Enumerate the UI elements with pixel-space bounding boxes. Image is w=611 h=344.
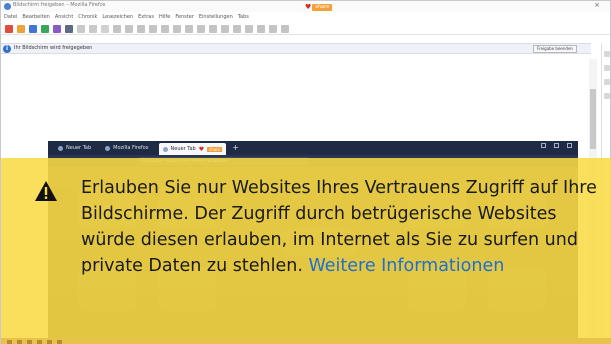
sharing-tag: share (207, 146, 223, 152)
toolbar-button[interactable] (209, 24, 217, 33)
tab-favicon-icon (58, 145, 63, 151)
new-tab-icon: + (232, 143, 239, 152)
heart-icon: ♥ (198, 145, 205, 153)
menu-item[interactable]: Extras (138, 14, 154, 20)
menu-item[interactable]: Tabs (238, 14, 249, 20)
toolbar-button[interactable] (197, 24, 205, 33)
bottom-tool-icon[interactable] (7, 339, 12, 344)
toolbar (1, 23, 610, 35)
screen-sharing-warning: Erlauben Sie nur Websites Ihres Vertraue… (1, 158, 611, 338)
menu-item[interactable]: Datei (4, 14, 17, 20)
learn-more-link[interactable]: Weitere Informationen (308, 256, 504, 276)
warning-icon (35, 181, 57, 201)
stop-sharing-button[interactable]: Freigabe beenden (533, 45, 577, 53)
close-window-button[interactable]: × (594, 1, 600, 9)
menu-item[interactable]: Ansicht (55, 14, 73, 20)
sharing-indicator[interactable]: ♥ share (305, 2, 333, 11)
menu-item[interactable]: Chronik (78, 14, 97, 20)
bottom-tool-icon[interactable] (47, 339, 52, 344)
toolbar-button[interactable] (173, 24, 181, 33)
toolbar-button[interactable] (113, 24, 121, 33)
preview-tab-strip: Neuer Tab Mozilla Firefox Neuer Tab ♥ share + (48, 141, 578, 155)
maximize-icon (554, 143, 559, 148)
toolbar-button[interactable] (125, 24, 133, 33)
title-bar: Bildschirm freigeben – Mozilla Firefox ♥… (1, 1, 610, 12)
firefox-icon (4, 3, 11, 10)
toolbar-button[interactable] (161, 24, 169, 33)
window-title: Bildschirm freigeben – Mozilla Firefox (13, 2, 106, 8)
browser-window: Bildschirm freigeben – Mozilla Firefox ♥… (0, 0, 611, 344)
toolbar-button[interactable] (89, 24, 97, 33)
menu-item[interactable]: Einstellungen (199, 14, 233, 20)
bottom-toolbar (1, 338, 611, 344)
toolbar-button[interactable] (29, 24, 37, 33)
preview-tab: Neuer Tab ♥ share (158, 143, 227, 155)
toolbar-button[interactable] (149, 24, 157, 33)
menu-bar: Datei Bearbeiten Ansicht Chronik Lesezeichen… (1, 12, 610, 22)
preview-tab-label: Mozilla Firefox (113, 145, 149, 151)
tab-favicon-icon (162, 146, 168, 152)
side-tool-icon[interactable] (604, 51, 610, 57)
bottom-tool-icon[interactable] (17, 339, 22, 344)
toolbar-button[interactable] (5, 24, 13, 33)
menu-item[interactable]: Bearbeiten (22, 14, 49, 20)
screen-sharing-notice: i Ihr Bildschirm wird freigegeben Freiga… (1, 43, 591, 54)
info-icon: i (3, 45, 11, 53)
preview-window-controls (541, 143, 572, 148)
preview-tab: Neuer Tab (54, 143, 95, 153)
close-icon (567, 143, 572, 148)
scroll-thumb[interactable] (590, 89, 596, 149)
toolbar-button[interactable] (257, 24, 265, 33)
warning-message: Erlauben Sie nur Websites Ihres Vertraue… (81, 175, 601, 279)
toolbar-button[interactable] (17, 24, 25, 33)
sharing-tag: share (312, 3, 333, 11)
toolbar-button[interactable] (77, 24, 85, 33)
menu-item[interactable]: Fenster (175, 14, 194, 20)
bottom-tool-icon[interactable] (57, 339, 62, 344)
heart-icon: ♥ (305, 2, 312, 11)
minimize-icon (541, 143, 546, 148)
toolbar-button[interactable] (53, 24, 61, 33)
toolbar-button[interactable] (221, 24, 229, 33)
toolbar-button[interactable] (41, 24, 49, 33)
menu-item[interactable]: Lesezeichen (102, 14, 133, 20)
preview-tab: Mozilla Firefox (101, 143, 152, 153)
toolbar-button[interactable] (281, 24, 289, 33)
preview-tab-label: Neuer Tab (170, 146, 196, 152)
side-tool-icon[interactable] (604, 93, 610, 99)
toolbar-button[interactable] (101, 24, 109, 33)
side-tool-icon[interactable] (604, 65, 610, 71)
menu-item[interactable]: Hilfe (159, 14, 170, 20)
toolbar-button[interactable] (185, 24, 193, 33)
bottom-tool-icon[interactable] (27, 339, 32, 344)
toolbar-button[interactable] (65, 24, 73, 33)
toolbar-button[interactable] (233, 24, 241, 33)
tab-favicon-icon (105, 145, 111, 151)
toolbar-button[interactable] (137, 24, 145, 33)
toolbar-button[interactable] (245, 24, 253, 33)
notice-text: Ihr Bildschirm wird freigegeben (14, 45, 93, 51)
side-tool-icon[interactable] (604, 79, 610, 85)
preview-tab-label: Neuer Tab (66, 145, 92, 151)
toolbar-button[interactable] (269, 24, 277, 33)
bottom-tool-icon[interactable] (37, 339, 42, 344)
